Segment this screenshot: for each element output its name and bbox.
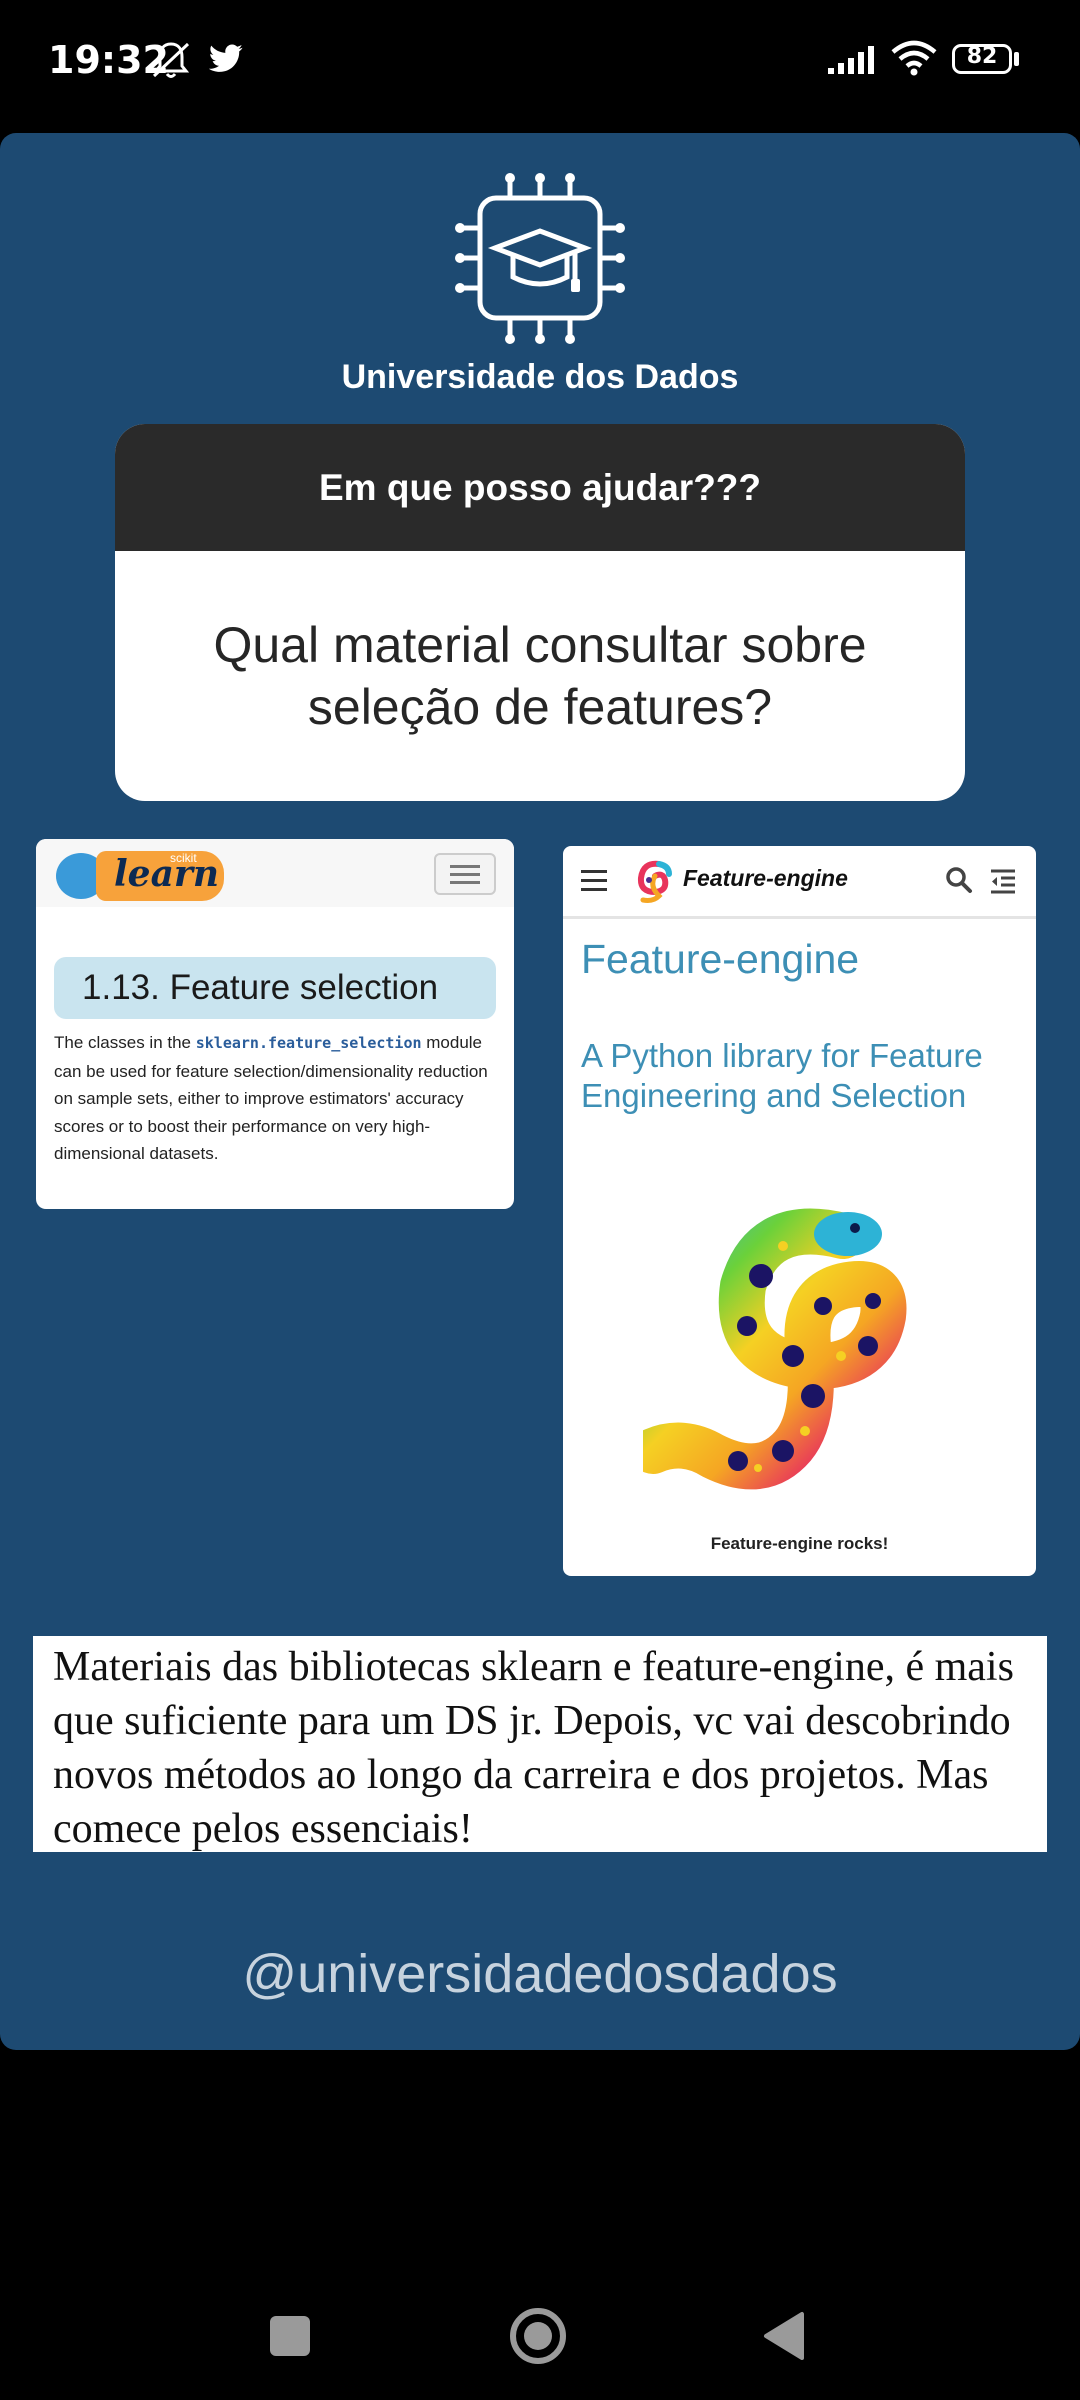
recent-apps-button[interactable] [270, 2316, 310, 2356]
sklearn-text-after: module can be used for feature selection… [54, 1033, 488, 1163]
battery-tip [1014, 52, 1019, 66]
sklearn-section-title: 1.13. Feature selection [54, 957, 496, 1019]
twitter-icon [208, 44, 243, 72]
sklearn-header: scikit learn [36, 839, 514, 907]
sklearn-description: The classes in the sklearn.feature_selec… [54, 1029, 496, 1168]
feature-engine-logo-icon [637, 860, 672, 903]
feature-engine-screenshot: Feature-engine Feature-engine A Python l… [563, 846, 1036, 1576]
sklearn-text-before: The classes in the [54, 1033, 196, 1052]
brand-name: Universidade dos Dados [341, 358, 739, 396]
feature-engine-subtitle: A Python library for Feature Engineering… [581, 1037, 983, 1114]
graduation-chip-logo-icon [455, 173, 625, 344]
hamburger-menu-icon [581, 870, 607, 897]
back-button[interactable] [760, 2310, 806, 2362]
profile-handle[interactable]: @universidadedosdados [0, 1943, 1080, 2005]
battery-level: 82 [966, 44, 998, 69]
feature-engine-heading: Feature-engine [581, 936, 860, 982]
question-box: Em que posso ajudar??? Qual material con… [115, 424, 965, 801]
feature-engine-app-name: Feature-engine [683, 865, 848, 891]
feature-engine-caption: Feature-engine rocks! [710, 1534, 889, 1553]
story-card[interactable]: Universidade dos Dados Em que posso ajud… [0, 133, 1080, 2050]
home-button[interactable] [508, 2306, 568, 2366]
feature-engine-header: Feature-engine [563, 846, 1036, 919]
do-not-disturb-icon [152, 42, 190, 78]
question-header: Em que posso ajudar??? [115, 424, 965, 551]
sklearn-logo-text: learn [114, 853, 220, 895]
table-of-contents-icon [991, 869, 1015, 894]
sklearn-module-code: sklearn.feature_selection [195, 1034, 422, 1052]
wifi-icon [891, 40, 937, 76]
caption-text: Materiais das bibliotecas sklearn e feat… [33, 1636, 1047, 1852]
rainbow-snake-image [643, 1208, 907, 1490]
sklearn-screenshot: scikit learn 1.13. Feature selection The… [36, 839, 514, 1209]
hamburger-menu-icon [434, 853, 496, 895]
status-bar: 19:32 82 [0, 0, 1080, 122]
battery-icon: 82 [952, 44, 1012, 74]
signal-icon [828, 46, 874, 74]
question-text: Qual material consultar sobre seleção de… [213, 617, 867, 735]
search-icon [946, 867, 972, 893]
